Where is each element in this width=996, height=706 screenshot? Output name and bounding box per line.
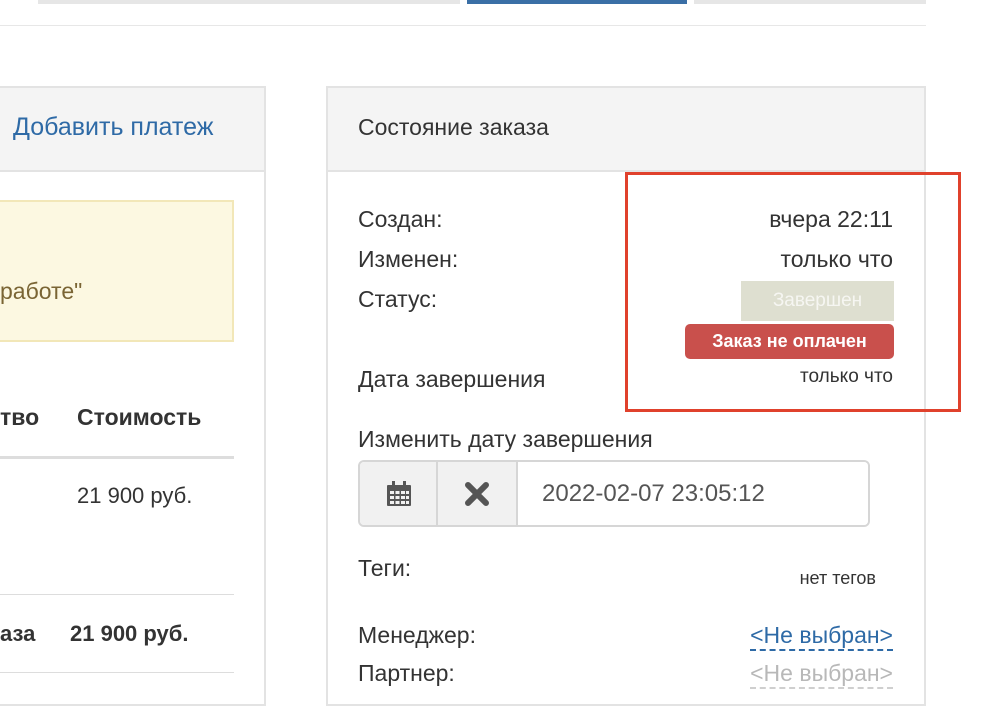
completion-date-label: Дата завершения bbox=[358, 366, 546, 392]
manager-select-link[interactable]: <Не выбран> bbox=[750, 622, 893, 651]
status-notice: работе" bbox=[0, 200, 234, 342]
total-value: 21 900 руб. bbox=[70, 621, 189, 646]
add-payment-link[interactable]: Добавить платеж bbox=[13, 113, 213, 142]
top-tab-3[interactable] bbox=[694, 0, 926, 4]
clear-date-button[interactable] bbox=[438, 462, 518, 525]
clear-icon bbox=[465, 482, 489, 506]
table-header-divider bbox=[0, 456, 234, 459]
top-tab-active[interactable] bbox=[467, 0, 687, 4]
tags-label: Теги: bbox=[358, 555, 412, 581]
column-header-quantity: тво bbox=[0, 404, 40, 430]
created-label: Создан: bbox=[358, 206, 443, 232]
highlight-annotation bbox=[625, 172, 961, 412]
partner-select-link[interactable]: <Не выбран> bbox=[750, 660, 893, 689]
completion-date-input[interactable] bbox=[518, 462, 868, 525]
calendar-icon bbox=[387, 481, 411, 506]
order-state-title: Состояние заказа bbox=[358, 114, 549, 140]
table-row-divider bbox=[0, 594, 234, 595]
table-row-cost: 21 900 руб. bbox=[77, 483, 193, 508]
payments-panel bbox=[0, 86, 266, 706]
column-header-cost: Стоимость bbox=[77, 404, 202, 430]
top-tab-1[interactable] bbox=[38, 0, 460, 4]
partner-label: Партнер: bbox=[358, 660, 455, 686]
notice-text: работе" bbox=[0, 278, 83, 304]
change-completion-label: Изменить дату завершения bbox=[358, 426, 653, 452]
status-label: Статус: bbox=[358, 286, 438, 312]
table-total-divider bbox=[0, 672, 234, 673]
total-label: аза bbox=[0, 621, 36, 646]
completion-date-picker bbox=[358, 460, 870, 527]
tags-value: нет тегов bbox=[799, 568, 876, 588]
modified-label: Изменен: bbox=[358, 246, 459, 272]
manager-label: Менеджер: bbox=[358, 622, 476, 648]
top-divider bbox=[0, 25, 926, 26]
calendar-button[interactable] bbox=[360, 462, 438, 525]
